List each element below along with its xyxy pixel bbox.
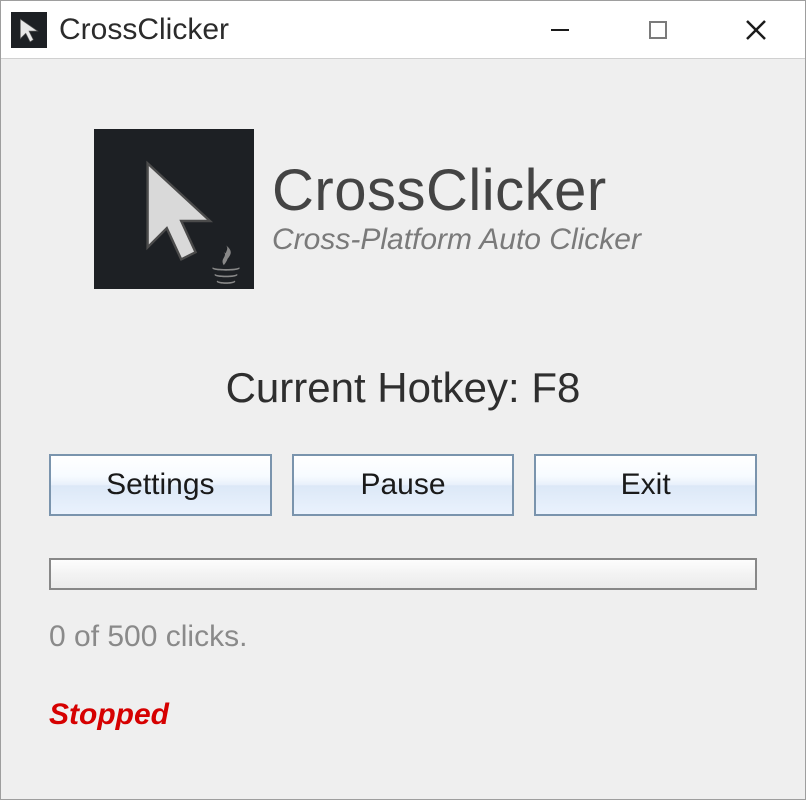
maximize-icon	[646, 18, 670, 42]
app-logo	[94, 129, 254, 289]
minimize-icon	[546, 16, 574, 44]
branding-row: CrossClicker Cross-Platform Auto Clicker	[94, 129, 757, 289]
current-hotkey-label: Current Hotkey: F8	[49, 364, 757, 412]
app-name-label: CrossClicker	[272, 161, 641, 222]
client-area: CrossClicker Cross-Platform Auto Clicker…	[1, 59, 805, 799]
app-icon	[11, 12, 47, 48]
maximize-button[interactable]	[609, 1, 707, 58]
status-label: Stopped	[49, 698, 757, 732]
click-counter-label: 0 of 500 clicks.	[49, 620, 757, 654]
titlebar: CrossClicker	[1, 1, 805, 59]
exit-button[interactable]: Exit	[534, 454, 757, 516]
app-tagline-label: Cross-Platform Auto Clicker	[272, 223, 641, 257]
settings-button[interactable]: Settings	[49, 454, 272, 516]
minimize-button[interactable]	[511, 1, 609, 58]
action-button-row: Settings Pause Exit	[49, 454, 757, 516]
close-button[interactable]	[707, 1, 805, 58]
pause-button[interactable]: Pause	[292, 454, 515, 516]
app-window: CrossClicker	[0, 0, 806, 800]
branding-text: CrossClicker Cross-Platform Auto Clicker	[272, 161, 641, 258]
window-controls	[511, 1, 805, 58]
close-icon	[742, 16, 770, 44]
progress-bar	[49, 558, 757, 590]
window-title: CrossClicker	[59, 13, 229, 47]
java-icon	[204, 241, 248, 285]
